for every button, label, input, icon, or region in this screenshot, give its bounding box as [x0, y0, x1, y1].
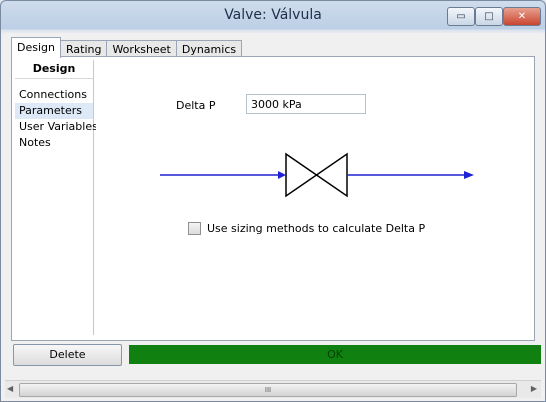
- minimize-button[interactable]: ▭: [447, 7, 475, 26]
- valve-diagram: [160, 152, 474, 198]
- sidebar-list: Connections Parameters User Variables No…: [15, 79, 98, 151]
- scrollbar-thumb[interactable]: III: [19, 383, 517, 397]
- outlet-arrow-icon: [464, 171, 474, 179]
- sidebar-item-connections[interactable]: Connections: [15, 87, 93, 103]
- parameters-page: Delta P Use sizing methods to calculate …: [96, 60, 530, 335]
- sidebar-item-user-variables[interactable]: User Variables: [15, 119, 98, 135]
- sizing-checkbox-label: Use sizing methods to calculate Delta P: [207, 222, 426, 235]
- design-sidebar: Design Connections Parameters User Varia…: [15, 60, 98, 335]
- scroll-left-icon[interactable]: ◀: [7, 384, 13, 393]
- title-bar[interactable]: Valve: Válvula ▭ □ ✕: [1, 1, 545, 31]
- valve-window: Valve: Válvula ▭ □ ✕ Design Rating Works…: [0, 0, 546, 402]
- inlet-arrow-icon: [278, 171, 286, 179]
- status-ok-bar: OK: [129, 345, 541, 364]
- delta-p-field[interactable]: [246, 94, 366, 114]
- valve-icon[interactable]: [285, 152, 348, 198]
- close-icon: ✕: [517, 11, 527, 22]
- minimize-icon: ▭: [456, 11, 466, 22]
- close-button[interactable]: ✕: [503, 7, 541, 26]
- maximize-icon: □: [484, 11, 494, 22]
- maximize-button[interactable]: □: [475, 7, 503, 26]
- horizontal-scrollbar[interactable]: ◀ III ▶: [5, 380, 541, 398]
- tab-strip: Design Rating Worksheet Dynamics: [11, 37, 243, 58]
- sidebar-heading: Design: [15, 60, 93, 79]
- sizing-option[interactable]: Use sizing methods to calculate Delta P: [188, 222, 425, 235]
- tab-design[interactable]: Design: [11, 37, 61, 58]
- tab-panel: Design Connections Parameters User Varia…: [11, 56, 535, 341]
- window-client: Design Rating Worksheet Dynamics Design …: [5, 33, 541, 398]
- sidebar-item-notes[interactable]: Notes: [15, 135, 93, 151]
- scroll-right-icon[interactable]: ▶: [531, 384, 537, 393]
- sizing-checkbox[interactable]: [188, 222, 201, 235]
- sidebar-item-parameters[interactable]: Parameters: [15, 103, 93, 119]
- delta-p-label: Delta P: [176, 99, 216, 112]
- delete-button[interactable]: Delete: [13, 344, 122, 366]
